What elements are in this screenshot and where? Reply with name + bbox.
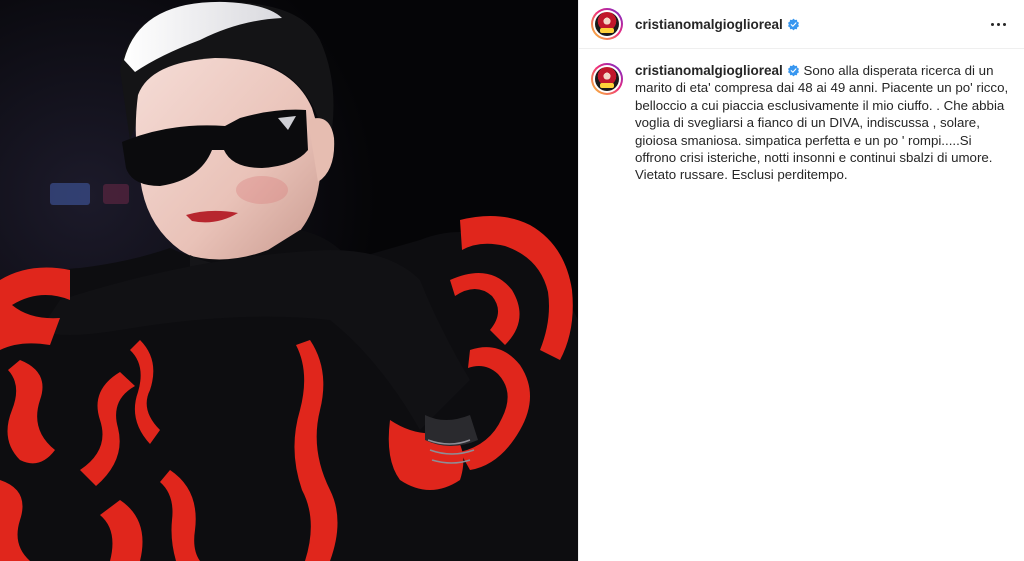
author-username-link[interactable]: cristianomalgioglioreal <box>635 17 800 32</box>
avatar-image <box>595 67 619 91</box>
author-username[interactable]: cristianomalgioglioreal <box>635 17 783 32</box>
profile-avatar[interactable] <box>591 8 623 40</box>
caption-body: Sono alla disperata ricerca di un marito… <box>635 63 1009 183</box>
verified-badge-icon <box>787 64 799 77</box>
caption-username[interactable]: cristianomalgioglioreal <box>635 63 783 78</box>
post-photo[interactable] <box>0 0 578 561</box>
post-caption: cristianomalgioglioreal Sono alla disper… <box>579 49 1024 184</box>
more-options-icon-dot <box>1002 22 1006 26</box>
avatar-ring <box>593 65 621 93</box>
more-options-icon-dot <box>996 22 1000 26</box>
post-photo-illustration <box>0 0 578 561</box>
post-header: cristianomalgioglioreal <box>579 0 1024 49</box>
more-options-icon <box>990 22 994 26</box>
more-options-button[interactable] <box>986 12 1010 36</box>
caption-avatar[interactable] <box>591 63 623 95</box>
caption-text: cristianomalgioglioreal Sono alla disper… <box>635 62 1010 184</box>
instagram-post: cristianomalgioglioreal cristianomalgiog… <box>0 0 1024 561</box>
post-sidebar: cristianomalgioglioreal cristianomalgiog… <box>578 0 1024 561</box>
avatar-image <box>595 12 619 36</box>
verified-badge-icon <box>787 18 799 30</box>
avatar-ring <box>593 10 621 38</box>
